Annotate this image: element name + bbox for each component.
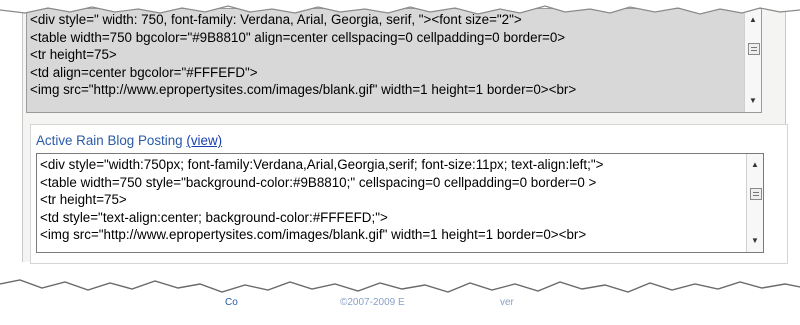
scrollbar[interactable]: ▲ ▼ [744,9,761,112]
section-title-text: Active Rain Blog Posting [36,133,183,148]
code-line: <td align=center bgcolor="#FFFEFD"> [30,64,258,80]
scrollbar[interactable]: ▲ ▼ [746,154,763,252]
original-code-textarea[interactable]: <div style=" width: 750, font-family: Ve… [26,8,762,113]
converted-code-lines: <div style="width:750px; font-family:Ver… [37,156,603,244]
footer-fragment: Co [225,297,238,308]
code-line: <td style="text-align:center; background… [40,209,388,225]
code-line: <table width=750 bgcolor="#9B8810" align… [30,29,566,45]
footer-fragment: ©2007-2009 E [340,297,405,308]
scroll-thumb[interactable] [750,188,762,200]
scroll-down-arrow-icon[interactable]: ▼ [745,96,761,106]
footer-fragment: ver [500,297,514,308]
code-line: <div style=" width: 750, font-family: Ve… [30,12,522,27]
code-line: <tr height=75> [30,47,117,63]
torn-bottom-edge [0,279,800,325]
scroll-up-arrow-icon[interactable]: ▲ [747,160,763,170]
view-link[interactable]: (view) [186,133,222,148]
section-title: Active Rain Blog Posting (view) [36,133,222,148]
scroll-down-arrow-icon[interactable]: ▼ [747,236,763,246]
original-code-lines: <div style=" width: 750, font-family: Ve… [27,11,576,99]
scroll-up-arrow-icon[interactable]: ▲ [745,15,761,25]
code-line: <tr height=75> [40,192,127,208]
code-line: <img src="http://www.epropertysites.com/… [40,227,587,243]
scroll-thumb[interactable] [748,43,760,55]
code-line: <table width=750 style="background-color… [40,174,597,190]
blog-code-textarea[interactable]: <div style="width:750px; font-family:Ver… [36,153,764,253]
code-line: <div style="width:750px; font-family:Ver… [40,157,604,172]
code-line: <img src="http://www.epropertysites.com/… [30,82,577,98]
